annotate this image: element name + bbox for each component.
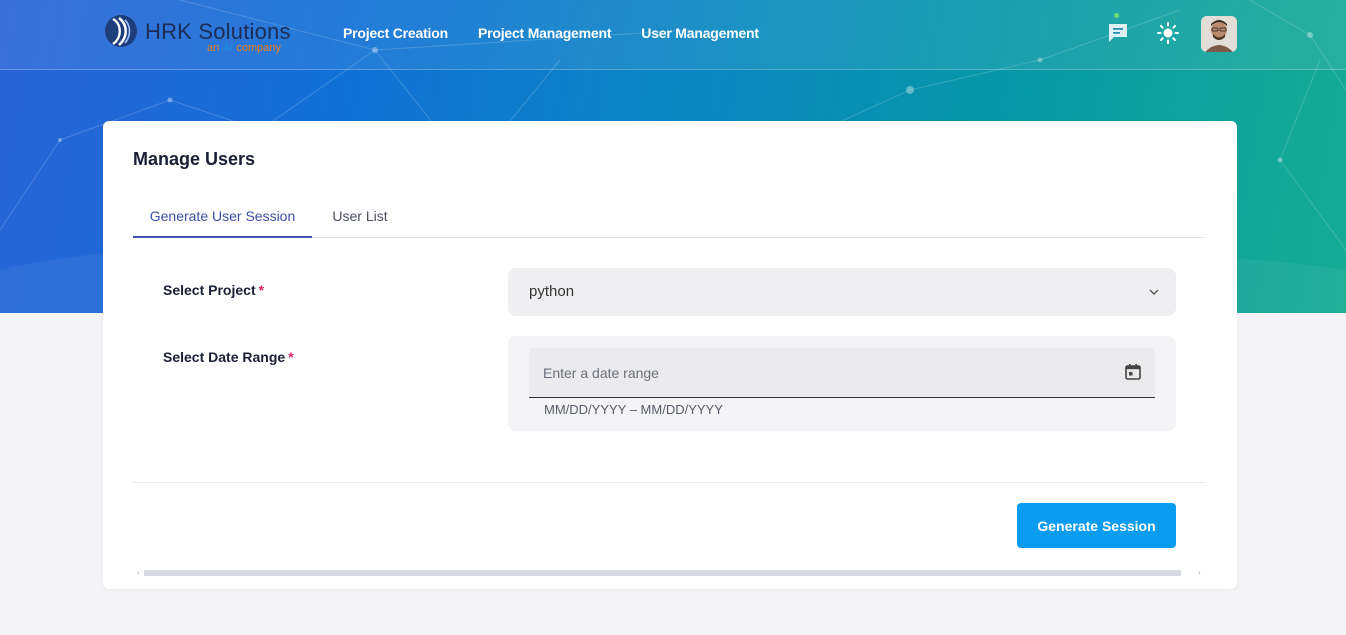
brand-logo[interactable]: HRK Solutions an AI company — [104, 12, 294, 56]
brand-tagline-ai: AI — [222, 42, 234, 54]
theme-toggle-sun-icon[interactable] — [1156, 21, 1180, 45]
logo-mark-icon — [105, 15, 137, 47]
top-navbar: HRK Solutions an AI company Project Crea… — [0, 0, 1346, 70]
date-range-field: Enter a date range MM/DD/YYYY – MM/DD/YY… — [508, 336, 1176, 431]
select-date-range-label-text: Select Date Range — [163, 349, 286, 365]
notification-dot — [1114, 13, 1119, 18]
scroll-left-arrow[interactable]: ‹ — [137, 568, 140, 577]
nav-project-management[interactable]: Project Management — [478, 25, 612, 41]
date-format-hint: MM/DD/YYYY – MM/DD/YYYY — [544, 402, 723, 417]
user-avatar[interactable] — [1201, 16, 1237, 52]
project-select[interactable]: python — [508, 268, 1176, 316]
tab-bar: Generate User Session User List — [133, 201, 1206, 238]
select-project-label: Select Project * — [163, 282, 264, 298]
calendar-icon[interactable] — [1123, 362, 1143, 382]
date-range-input[interactable]: Enter a date range — [529, 348, 1155, 398]
page-title: Manage Users — [133, 149, 256, 169]
project-select-value: python — [529, 283, 575, 300]
generate-session-button[interactable]: Generate Session — [1017, 503, 1176, 548]
tab-user-list[interactable]: User List — [312, 201, 408, 238]
required-mark: * — [288, 349, 294, 365]
brand-tagline-pre: an — [207, 42, 220, 54]
divider — [133, 482, 1206, 483]
chat-icon[interactable] — [1106, 21, 1130, 45]
scroll-right-arrow[interactable]: › — [1198, 568, 1201, 577]
tab-generate-user-session[interactable]: Generate User Session — [133, 201, 312, 238]
required-mark: * — [258, 282, 265, 298]
manage-users-card: Manage Users Generate User Session User … — [103, 121, 1237, 589]
nav-user-management[interactable]: User Management — [641, 25, 759, 41]
brand-tagline-post: company — [236, 42, 282, 54]
avatar-image — [1201, 16, 1237, 52]
select-project-label-text: Select Project — [163, 282, 256, 298]
select-date-range-label: Select Date Range * — [163, 349, 294, 365]
horizontal-scrollbar[interactable] — [144, 570, 1181, 576]
nav-project-creation[interactable]: Project Creation — [343, 25, 448, 41]
brand-tagline: an AI company — [207, 42, 281, 54]
chevron-down-icon — [1149, 289, 1159, 295]
main-nav: Project Creation Project Management User… — [343, 25, 759, 41]
date-range-placeholder: Enter a date range — [543, 365, 659, 381]
